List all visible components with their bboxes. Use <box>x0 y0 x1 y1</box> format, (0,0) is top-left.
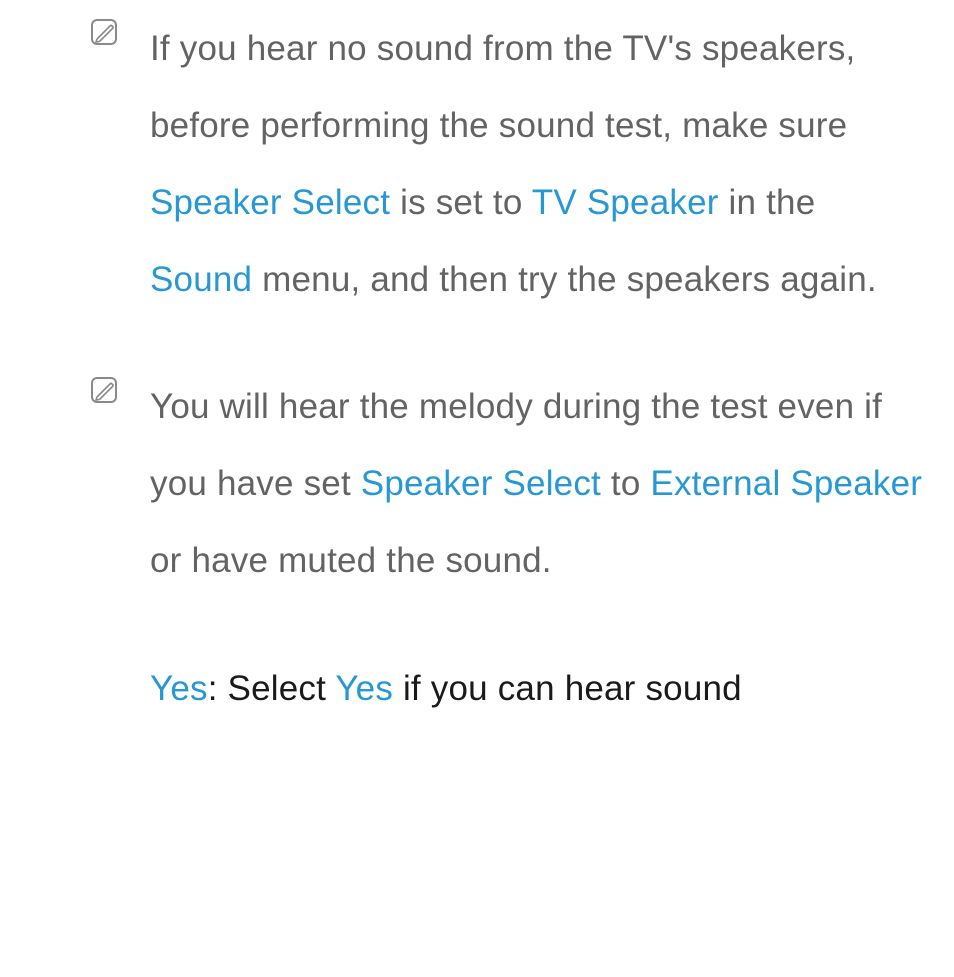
text: If you hear no sound from the TV's speak… <box>150 29 856 145</box>
bottom-section: Yes: Select Yes if you can hear sound <box>90 649 924 730</box>
note-text-1: If you hear no sound from the TV's speak… <box>150 10 924 318</box>
note-icon <box>90 18 118 46</box>
yes-term: Yes <box>335 669 393 708</box>
yes-option-label: Yes <box>150 669 208 708</box>
bottom-text: Yes: Select Yes if you can hear sound <box>150 649 924 730</box>
text: if you can hear sound <box>393 669 742 708</box>
text: is set to <box>390 183 532 222</box>
note-icon <box>90 376 118 404</box>
speaker-select-term: Speaker Select <box>150 183 390 222</box>
text: in the <box>719 183 816 222</box>
note-text-2: You will hear the melody during the test… <box>150 368 924 599</box>
text: or have muted the sound. <box>150 541 552 580</box>
text: menu, and then try the speakers again. <box>252 260 877 299</box>
note-block-2: You will hear the melody during the test… <box>90 368 924 599</box>
document-page: If you hear no sound from the TV's speak… <box>0 0 954 730</box>
speaker-select-term: Speaker Select <box>361 464 601 503</box>
note-block-1: If you hear no sound from the TV's speak… <box>90 10 924 318</box>
text: : Select <box>208 669 336 708</box>
tv-speaker-term: TV Speaker <box>532 183 719 222</box>
external-speaker-term: External Speaker <box>650 464 922 503</box>
sound-menu-term: Sound <box>150 260 252 299</box>
text: to <box>601 464 650 503</box>
